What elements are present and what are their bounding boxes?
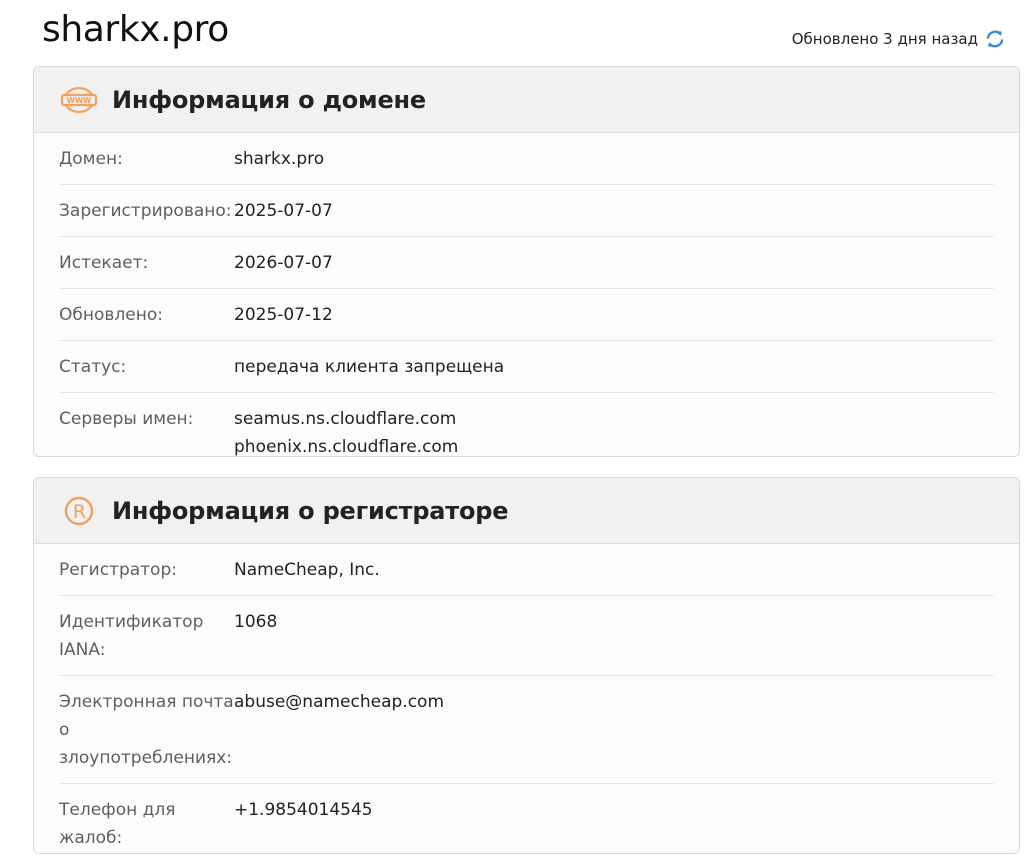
row-label: Обновлено:: [59, 305, 163, 325]
row-label: Зарегистрировано:: [59, 201, 232, 221]
row-abuse-email: Электронная почта о злоупотреблениях: ab…: [59, 676, 994, 784]
nameserver: seamus.ns.cloudflare.com: [234, 409, 457, 429]
row-label: Электронная почта о злоупотреблениях:: [59, 692, 234, 768]
row-label: Истекает:: [59, 253, 149, 273]
whois-page: sharkx.pro Обновлено 3 дня назад WWW Инф…: [0, 0, 1034, 860]
row-abuse-phone: Телефон для жалоб: +1.9854014545: [59, 784, 994, 853]
row-nameservers: Серверы имен: seamus.ns.cloudflare.com p…: [59, 393, 994, 457]
registrar-info-card: R Информация о регистраторе Регистратор:…: [33, 477, 1020, 854]
refresh-icon[interactable]: [984, 28, 1006, 50]
row-label: Идентификатор IANA:: [59, 612, 204, 660]
row-registrar: Регистратор: NameCheap, Inc.: [59, 544, 994, 596]
svg-text:R: R: [73, 501, 86, 523]
registered-icon: R: [60, 492, 98, 530]
row-value: 1068: [234, 612, 278, 632]
registrar-info-title: Информация о регистраторе: [112, 496, 509, 525]
domain-info-card: WWW Информация о домене Домен: sharkx.pr…: [33, 66, 1020, 457]
page-header: sharkx.pro Обновлено 3 дня назад: [0, 0, 1034, 66]
nameserver: phoenix.ns.cloudflare.com: [234, 437, 459, 457]
last-updated-text: Обновлено 3 дня назад: [791, 30, 978, 48]
registrar-info-header: R Информация о регистраторе: [34, 478, 1019, 544]
registrar-info-rows: Регистратор: NameCheap, Inc. Идентификат…: [34, 544, 1019, 853]
www-icon: WWW: [60, 81, 98, 119]
row-expires: Истекает: 2026-07-07: [59, 237, 994, 289]
row-value: abuse@namecheap.com: [234, 692, 445, 712]
row-label: Телефон для жалоб:: [59, 800, 176, 848]
domain-info-header: WWW Информация о домене: [34, 67, 1019, 133]
row-value: NameCheap, Inc.: [234, 560, 380, 580]
row-value: 2025-07-07: [234, 201, 333, 221]
row-registered: Зарегистрировано: 2025-07-07: [59, 185, 994, 237]
row-status: Статус: передача клиента запрещена: [59, 341, 994, 393]
row-value: sharkx.pro: [234, 149, 325, 169]
row-value: передача клиента запрещена: [234, 357, 505, 377]
row-value: +1.9854014545: [234, 800, 373, 820]
row-value: 2025-07-12: [234, 305, 333, 325]
row-domain: Домен: sharkx.pro: [59, 133, 994, 185]
row-iana-id: Идентификатор IANA: 1068: [59, 596, 994, 676]
domain-info-title: Информация о домене: [112, 85, 427, 114]
page-title: sharkx.pro: [42, 9, 229, 50]
domain-info-rows: Домен: sharkx.pro Зарегистрировано: 2025…: [34, 133, 1019, 457]
row-label: Домен:: [59, 149, 123, 169]
row-value: seamus.ns.cloudflare.com phoenix.ns.clou…: [234, 405, 459, 457]
svg-text:WWW: WWW: [67, 96, 93, 105]
row-updated: Обновлено: 2025-07-12: [59, 289, 994, 341]
row-label: Серверы имен:: [59, 409, 194, 429]
row-label: Регистратор:: [59, 560, 177, 580]
row-value: 2026-07-07: [234, 253, 333, 273]
last-updated: Обновлено 3 дня назад: [792, 28, 1006, 50]
row-label: Статус:: [59, 357, 127, 377]
